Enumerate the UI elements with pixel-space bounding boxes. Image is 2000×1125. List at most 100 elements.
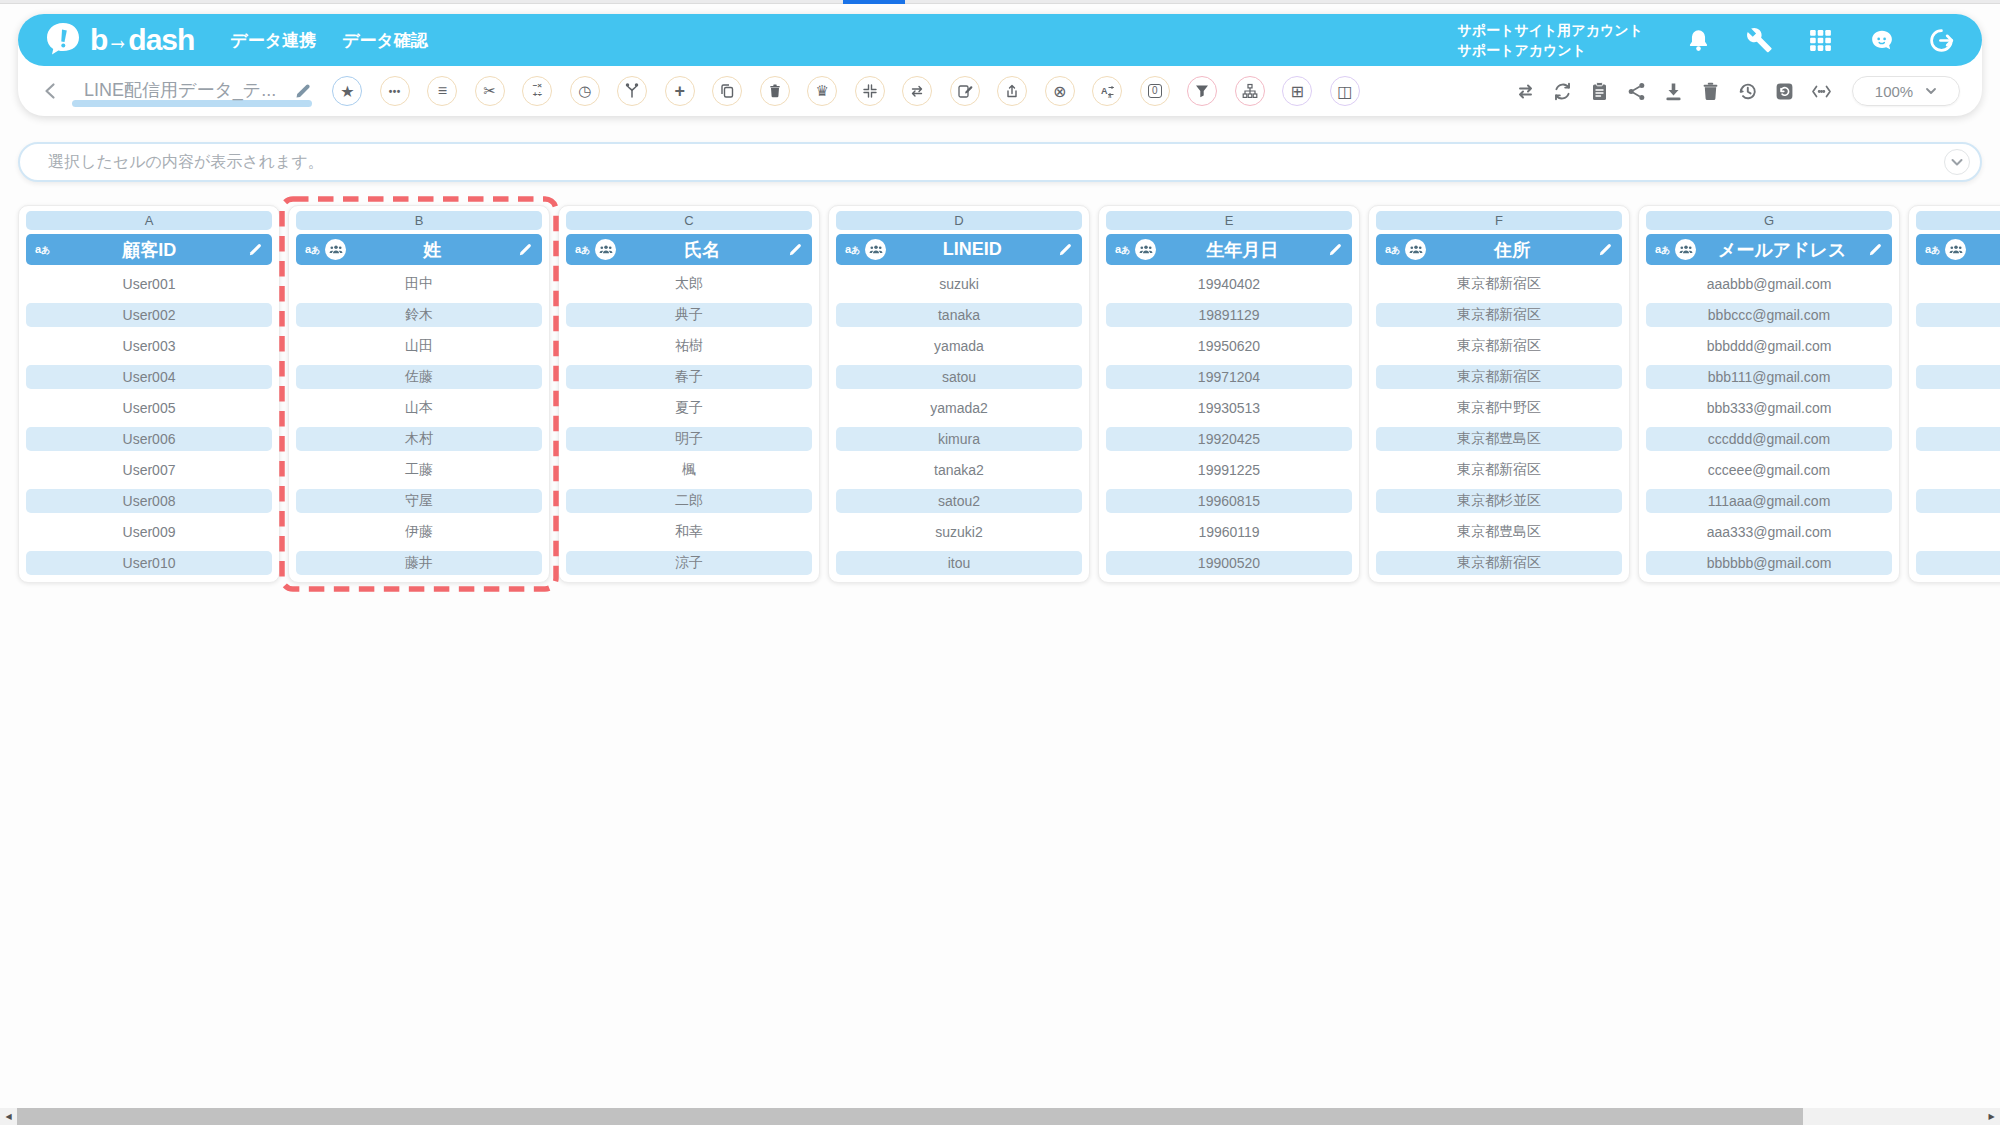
- translate-button[interactable]: Aa: [1092, 76, 1122, 106]
- restore-box-button[interactable]: [1774, 81, 1795, 102]
- formula-bar[interactable]: 選択したセルの内容が表示されます。: [18, 142, 1982, 182]
- cell-b6[interactable]: 木村: [296, 423, 542, 454]
- sign-out-icon[interactable]: [1929, 27, 1956, 54]
- edit-box-button[interactable]: [950, 76, 980, 106]
- edit-field-pencil-icon[interactable]: [1058, 242, 1073, 257]
- field-header-d[interactable]: aあLINEID: [836, 234, 1082, 265]
- horizontal-scrollbar[interactable]: ◀ ▶: [0, 1108, 2000, 1125]
- edit-field-pencil-icon[interactable]: [788, 242, 803, 257]
- zoom-control[interactable]: 100%: [1852, 76, 1960, 106]
- cell-g10[interactable]: bbbbbb@gmail.com: [1646, 547, 1892, 578]
- org-group-button[interactable]: [1235, 76, 1265, 106]
- scroll-right-button[interactable]: ▶: [1983, 1108, 2000, 1125]
- sync-refresh-button[interactable]: [1552, 81, 1573, 102]
- cell-a10[interactable]: User010: [26, 547, 272, 578]
- edit-field-pencil-icon[interactable]: [1328, 242, 1343, 257]
- export-up-button[interactable]: [997, 76, 1027, 106]
- share-button[interactable]: [1626, 81, 1647, 102]
- column-letter-e[interactable]: E: [1106, 211, 1352, 230]
- cell-g6[interactable]: cccddd@gmail.com: [1646, 423, 1892, 454]
- cell-e3[interactable]: 19950620: [1106, 330, 1352, 361]
- branch-split-button[interactable]: [617, 76, 647, 106]
- cell-e6[interactable]: 19920425: [1106, 423, 1352, 454]
- nav-link-data-integration[interactable]: データ連携: [230, 29, 316, 52]
- scroll-left-button[interactable]: ◀: [0, 1108, 17, 1125]
- cell-h6[interactable]: [1916, 423, 2000, 454]
- column-letter-h[interactable]: H: [1916, 211, 2000, 230]
- repeat-button[interactable]: [1515, 81, 1536, 102]
- cell-b7[interactable]: 工藤: [296, 454, 542, 485]
- copy-button[interactable]: [712, 76, 742, 106]
- cell-g5[interactable]: bbb333@gmail.com: [1646, 392, 1892, 423]
- code-view-button[interactable]: [1811, 81, 1832, 102]
- field-header-h[interactable]: aあ: [1916, 234, 2000, 265]
- cell-f3[interactable]: 東京都新宿区: [1376, 330, 1622, 361]
- history-button[interactable]: [1737, 81, 1758, 102]
- account-info[interactable]: サポートサイト用アカウント サポートアカウント: [1457, 20, 1643, 61]
- cell-h9[interactable]: [1916, 516, 2000, 547]
- cell-c9[interactable]: 和幸: [566, 516, 812, 547]
- cell-a1[interactable]: User001: [26, 268, 272, 299]
- cell-h4[interactable]: [1916, 361, 2000, 392]
- formula-expand-chevron[interactable]: [1944, 149, 1970, 175]
- cell-b9[interactable]: 伊藤: [296, 516, 542, 547]
- column-letter-g[interactable]: G: [1646, 211, 1892, 230]
- cell-a7[interactable]: User007: [26, 454, 272, 485]
- cell-d4[interactable]: satou: [836, 361, 1082, 392]
- cell-h8[interactable]: [1916, 485, 2000, 516]
- add-button[interactable]: +: [665, 76, 695, 106]
- cell-g2[interactable]: bbbccc@gmail.com: [1646, 299, 1892, 330]
- cell-a6[interactable]: User006: [26, 423, 272, 454]
- cell-d10[interactable]: itou: [836, 547, 1082, 578]
- cell-c7[interactable]: 楓: [566, 454, 812, 485]
- cell-h5[interactable]: [1916, 392, 2000, 423]
- cell-h1[interactable]: [1916, 268, 2000, 299]
- cell-b4[interactable]: 佐藤: [296, 361, 542, 392]
- cell-e5[interactable]: 19930513: [1106, 392, 1352, 423]
- cell-c1[interactable]: 太郎: [566, 268, 812, 299]
- cell-e8[interactable]: 19960815: [1106, 485, 1352, 516]
- cell-a8[interactable]: User008: [26, 485, 272, 516]
- cell-h7[interactable]: [1916, 454, 2000, 485]
- column-letter-b[interactable]: B: [296, 211, 542, 230]
- cell-a5[interactable]: User005: [26, 392, 272, 423]
- delete-column-button[interactable]: [760, 76, 790, 106]
- cell-d5[interactable]: yamada2: [836, 392, 1082, 423]
- cell-c10[interactable]: 涼子: [566, 547, 812, 578]
- cell-e7[interactable]: 19991225: [1106, 454, 1352, 485]
- cell-d6[interactable]: kimura: [836, 423, 1082, 454]
- download-button[interactable]: [1663, 81, 1684, 102]
- cell-e10[interactable]: 19900520: [1106, 547, 1352, 578]
- cell-f4[interactable]: 東京都新宿区: [1376, 361, 1622, 392]
- collapse-button[interactable]: [855, 76, 885, 106]
- cell-f9[interactable]: 東京都豊島区: [1376, 516, 1622, 547]
- cell-d2[interactable]: tanaka: [836, 299, 1082, 330]
- column-letter-a[interactable]: A: [26, 211, 272, 230]
- sheet-title-wrap[interactable]: LINE配信用データ_テ...: [72, 74, 280, 108]
- edit-field-pencil-icon[interactable]: [248, 242, 263, 257]
- cell-g1[interactable]: aaabbb@gmail.com: [1646, 268, 1892, 299]
- cell-f1[interactable]: 東京都新宿区: [1376, 268, 1622, 299]
- cell-f7[interactable]: 東京都新宿区: [1376, 454, 1622, 485]
- cell-d7[interactable]: tanaka2: [836, 454, 1082, 485]
- cell-b1[interactable]: 田中: [296, 268, 542, 299]
- favorite-star-button[interactable]: ★: [332, 76, 362, 106]
- cell-c6[interactable]: 明子: [566, 423, 812, 454]
- edit-field-pencil-icon[interactable]: [518, 242, 533, 257]
- edit-field-pencil-icon[interactable]: [1598, 242, 1613, 257]
- field-header-e[interactable]: aあ生年月日: [1106, 234, 1352, 265]
- apps-grid-icon[interactable]: [1807, 27, 1834, 54]
- cell-e2[interactable]: 19891129: [1106, 299, 1352, 330]
- back-arrow-button[interactable]: [40, 80, 62, 102]
- field-header-f[interactable]: aあ住所: [1376, 234, 1622, 265]
- cell-c4[interactable]: 春子: [566, 361, 812, 392]
- bdash-logo[interactable]: b→dash: [42, 20, 194, 60]
- edit-field-pencil-icon[interactable]: [1868, 242, 1883, 257]
- field-header-c[interactable]: aあ氏名: [566, 234, 812, 265]
- cell-f2[interactable]: 東京都新宿区: [1376, 299, 1622, 330]
- cell-c5[interactable]: 夏子: [566, 392, 812, 423]
- zero-format-button[interactable]: 0: [1140, 76, 1170, 106]
- cell-f10[interactable]: 東京都新宿区: [1376, 547, 1622, 578]
- cell-h10[interactable]: [1916, 547, 2000, 578]
- cell-f8[interactable]: 東京都杉並区: [1376, 485, 1622, 516]
